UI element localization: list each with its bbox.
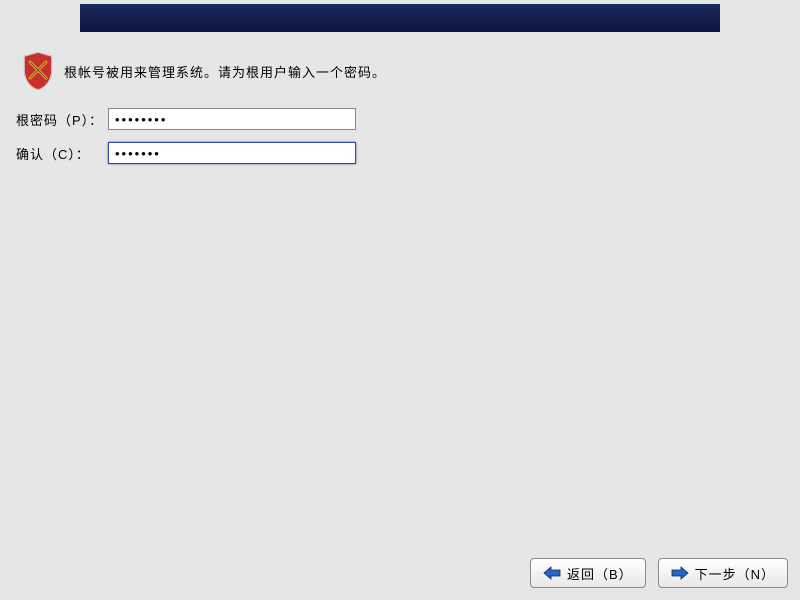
confirm-label: 确认（C）： [16, 144, 108, 163]
back-button[interactable]: 返回（B） [530, 558, 646, 588]
shield-icon [20, 50, 56, 92]
confirm-password-input[interactable] [108, 142, 356, 164]
next-button[interactable]: 下一步（N） [658, 558, 788, 588]
next-button-label: 下一步（N） [695, 564, 775, 583]
password-row: 根密码（P）： [16, 108, 356, 130]
info-row: 根帐号被用来管理系统。请为根用户输入一个密码。 [20, 50, 386, 92]
root-password-form: 根密码（P）： 确认（C）： [16, 108, 356, 176]
info-text: 根帐号被用来管理系统。请为根用户输入一个密码。 [64, 62, 386, 81]
footer-buttons: 返回（B） 下一步（N） [530, 558, 788, 588]
header-banner [80, 4, 720, 32]
confirm-row: 确认（C）： [16, 142, 356, 164]
arrow-right-icon [671, 566, 689, 580]
password-label: 根密码（P）： [16, 110, 108, 129]
root-password-input[interactable] [108, 108, 356, 130]
arrow-left-icon [543, 566, 561, 580]
back-button-label: 返回（B） [567, 564, 633, 583]
